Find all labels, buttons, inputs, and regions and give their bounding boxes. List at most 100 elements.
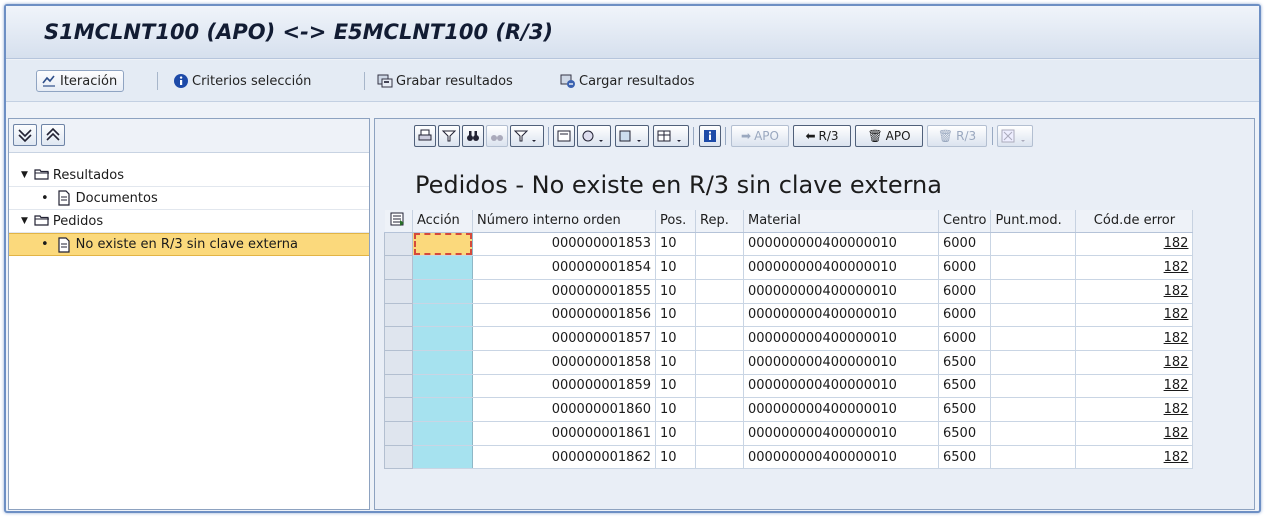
iteration-button[interactable]: Iteración xyxy=(36,70,125,92)
window-title: S1MCLNT100 (APO) <-> E5MCLNT100 (R/3) xyxy=(44,20,554,44)
table-row[interactable]: 000000001856 10 000000000400000010 6000 … xyxy=(384,302,1194,328)
load-results-icon xyxy=(560,73,576,89)
select-all-cell[interactable] xyxy=(384,210,413,233)
punt-cell xyxy=(990,421,1077,446)
grid-toolbar: ➡ APO ⬅ R/3 🗑 APO 🗑 R/3 xyxy=(375,119,1254,153)
table-row[interactable]: 000000001860 10 000000000400000010 6500 … xyxy=(384,397,1194,422)
rep-cell xyxy=(695,255,744,280)
column-header-material[interactable]: Material xyxy=(743,210,939,233)
accion-cell[interactable] xyxy=(412,303,473,328)
error-code-link[interactable]: 182 xyxy=(1075,326,1194,351)
save-results-button[interactable]: Grabar resultados xyxy=(377,70,513,92)
row-selector[interactable] xyxy=(384,397,413,422)
delete-in-apo-button[interactable]: 🗑 APO xyxy=(855,125,923,147)
accion-cell[interactable] xyxy=(412,279,473,304)
tree-node-documentos[interactable]: • Documentos xyxy=(9,187,369,210)
table-row[interactable]: 000000001861 10 000000000400000010 6500 … xyxy=(384,421,1194,446)
error-code-link[interactable]: 182 xyxy=(1075,350,1194,375)
delete-in-r3-button[interactable]: 🗑 R/3 xyxy=(927,125,987,147)
accion-cell[interactable] xyxy=(412,397,473,422)
error-code-link[interactable]: 182 xyxy=(1075,445,1194,470)
selection-criteria-button[interactable]: Criterios selección xyxy=(173,70,311,92)
error-code-link[interactable]: 182 xyxy=(1075,303,1194,328)
tree-node-resultados[interactable]: ▼ Resultados xyxy=(9,164,369,187)
accion-cell[interactable] xyxy=(412,232,473,257)
table-row[interactable]: 000000001858 10 000000000400000010 6500 … xyxy=(384,349,1194,375)
accion-cell[interactable] xyxy=(412,445,473,470)
find-button[interactable] xyxy=(462,125,484,147)
export-button[interactable] xyxy=(615,125,649,147)
column-header-rep[interactable]: Rep. xyxy=(695,210,744,233)
transfer-to-apo-button[interactable]: ➡ APO xyxy=(731,125,789,147)
print-preview-icon xyxy=(557,130,571,142)
bullet-icon: • xyxy=(41,237,49,252)
rep-cell xyxy=(695,232,744,257)
tree-label: No existe en R/3 sin clave externa xyxy=(75,237,298,252)
accion-cell[interactable] xyxy=(412,374,473,399)
row-selector[interactable] xyxy=(384,421,413,446)
details-button[interactable] xyxy=(699,125,721,147)
load-results-label: Cargar resultados xyxy=(579,73,695,89)
column-header-pos[interactable]: Pos. xyxy=(655,210,696,233)
punt-cell xyxy=(990,350,1077,375)
collapse-all-icon xyxy=(46,127,60,141)
find-next-button[interactable] xyxy=(486,125,508,147)
tree-node-pedidos[interactable]: ▼ Pedidos xyxy=(9,210,369,233)
row-selector[interactable] xyxy=(384,373,413,399)
bullet-icon: • xyxy=(41,190,49,206)
filter-button[interactable] xyxy=(438,125,460,147)
row-selector[interactable] xyxy=(384,326,413,351)
table-row[interactable]: 000000001853 10 000000000400000010 6000 … xyxy=(384,231,1194,257)
row-selector[interactable] xyxy=(384,255,413,280)
table-row[interactable]: 000000001854 10 000000000400000010 6000 … xyxy=(384,255,1194,280)
print-button[interactable] xyxy=(414,125,436,147)
transfer-to-r3-label: R/3 xyxy=(818,129,839,143)
accion-cell[interactable] xyxy=(412,255,473,280)
error-code-link[interactable]: 182 xyxy=(1075,421,1194,446)
table-row[interactable]: 000000001855 10 000000000400000010 6000 … xyxy=(384,278,1194,304)
binoculars-icon xyxy=(467,131,479,141)
expand-all-button[interactable] xyxy=(13,124,37,146)
row-selector[interactable] xyxy=(384,278,413,304)
filter-menu-button[interactable] xyxy=(510,125,544,147)
print-preview-button[interactable] xyxy=(553,125,575,147)
table-row[interactable]: 000000001857 10 000000000400000010 6000 … xyxy=(384,326,1194,351)
expanded-arrow-icon[interactable]: ▼ xyxy=(21,170,28,180)
punt-cell xyxy=(990,303,1077,328)
column-header-centro[interactable]: Centro xyxy=(938,210,992,233)
tree-node-no-existe-r3[interactable]: • No existe en R/3 sin clave externa xyxy=(9,233,369,256)
table-row[interactable]: 000000001862 10 000000000400000010 6500 … xyxy=(384,444,1194,470)
orden-cell: 000000001858 xyxy=(472,350,656,375)
accion-cell[interactable] xyxy=(412,326,473,351)
rep-cell xyxy=(695,326,744,351)
error-code-link[interactable]: 182 xyxy=(1075,397,1194,422)
collapse-all-button[interactable] xyxy=(41,124,65,146)
error-code-link[interactable]: 182 xyxy=(1075,232,1194,257)
views-button[interactable] xyxy=(577,125,611,147)
table-row[interactable]: 000000001859 10 000000000400000010 6500 … xyxy=(384,373,1194,399)
punt-cell xyxy=(990,279,1077,304)
transfer-to-r3-button[interactable]: ⬅ R/3 xyxy=(793,125,851,147)
more-menu-button[interactable] xyxy=(997,125,1033,147)
load-results-button[interactable]: Cargar resultados xyxy=(560,70,695,92)
column-header-error[interactable]: Cód.de error xyxy=(1075,210,1194,233)
accion-cell[interactable] xyxy=(412,421,473,446)
row-selector[interactable] xyxy=(384,349,413,375)
toolbar-divider xyxy=(548,127,549,145)
column-header-orden[interactable]: Número interno orden xyxy=(472,210,656,233)
row-selector[interactable] xyxy=(384,444,413,470)
views-dropdown-icon xyxy=(582,130,603,142)
orden-cell: 000000001862 xyxy=(472,445,656,470)
error-code-link[interactable]: 182 xyxy=(1075,255,1194,280)
document-icon xyxy=(57,190,73,206)
column-header-punt[interactable]: Punt.mod. xyxy=(990,210,1077,233)
row-selector[interactable] xyxy=(384,231,413,257)
save-results-icon xyxy=(377,73,393,89)
error-code-link[interactable]: 182 xyxy=(1075,279,1194,304)
expanded-arrow-icon[interactable]: ▼ xyxy=(21,216,28,226)
layout-button[interactable] xyxy=(653,125,689,147)
row-selector[interactable] xyxy=(384,302,413,328)
column-header-accion[interactable]: Acción xyxy=(412,210,473,233)
error-code-link[interactable]: 182 xyxy=(1075,374,1194,399)
accion-cell[interactable] xyxy=(412,350,473,375)
